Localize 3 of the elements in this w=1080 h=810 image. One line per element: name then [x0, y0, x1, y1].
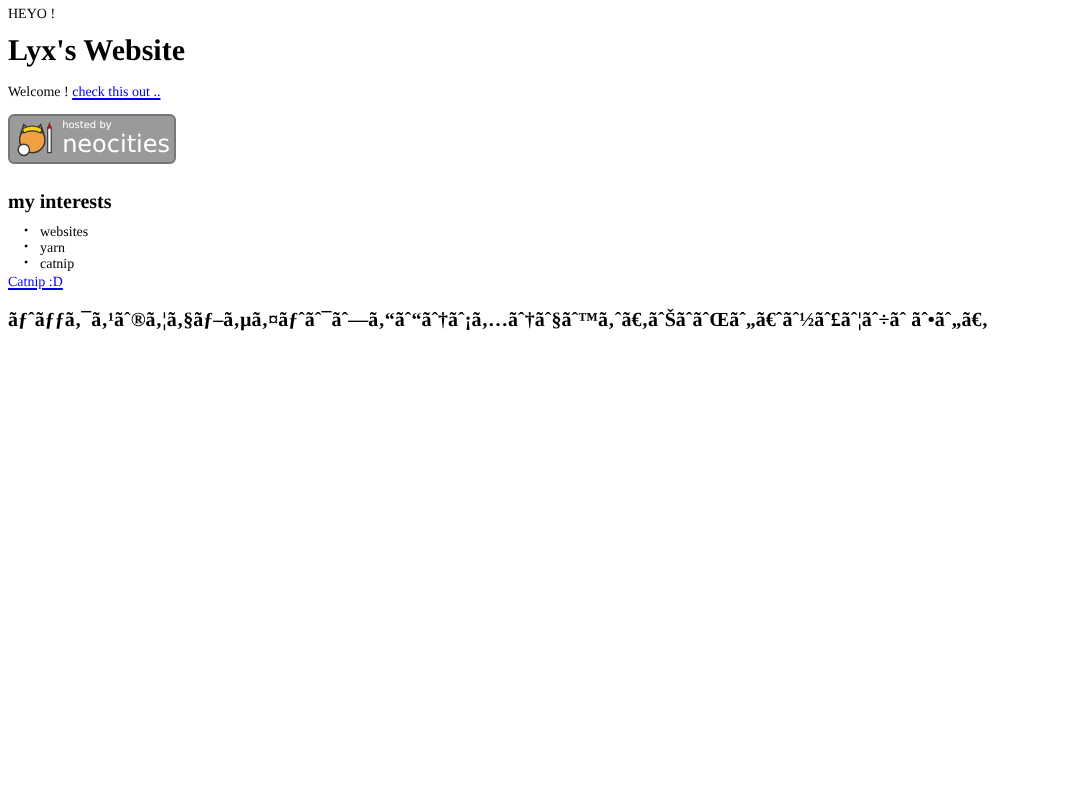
interests-heading: my interests — [8, 191, 114, 213]
site-title: Lyx's Website — [8, 36, 187, 70]
garbled-heading: ãƒˆãƒƒã‚¯ã‚¹ãˆ®ã‚¦ã‚§ãƒ–ã‚µã‚¤ãƒˆãˆ¯ãˆ—ã‚“ãˆ“ãˆ†ãˆ¡ã‚…ãˆ†ãˆ§ãˆ™ã‚ˆã€‚ãˆŠãˆãˆŒãˆ„ã€ˆãˆ½ãˆ£ãˆ¦ãˆ÷ãˆ ãˆ•ãˆ„ã€‚ — [8, 309, 991, 331]
